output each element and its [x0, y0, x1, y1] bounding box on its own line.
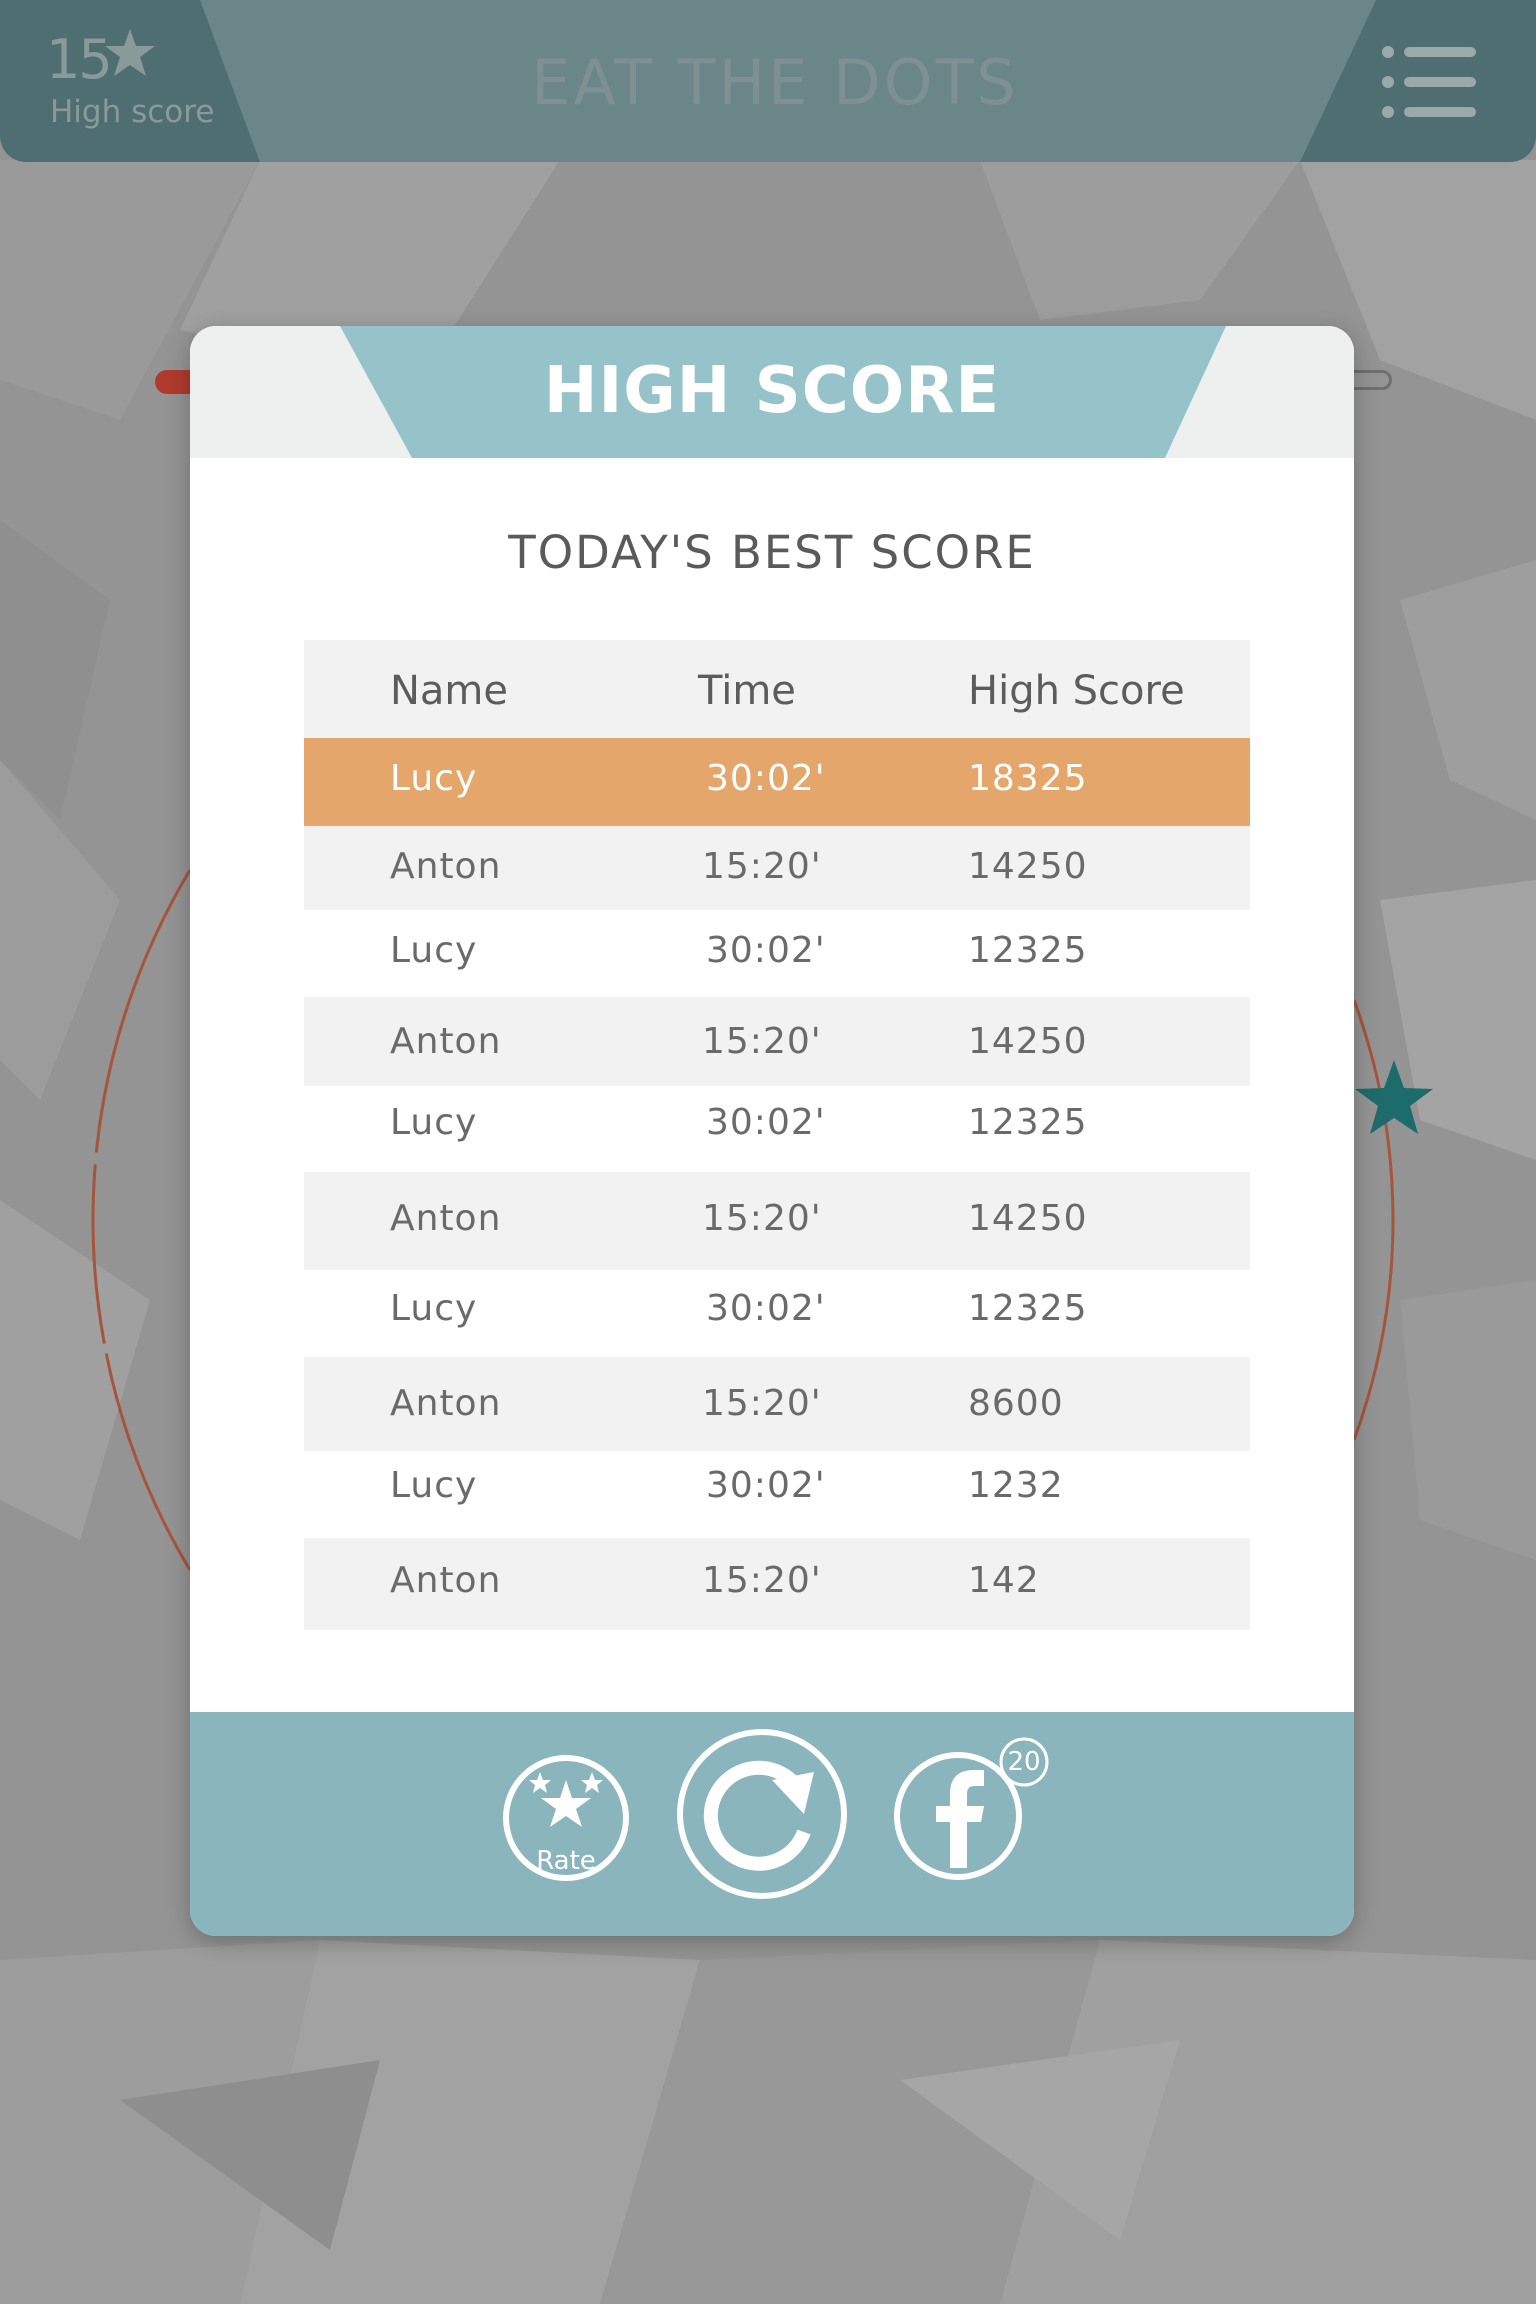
table-row: Anton 15:20' 8600	[304, 1357, 1250, 1451]
high-score-dialog: HIGH SCORE TODAY'S BEST SCORE Name Time …	[190, 326, 1354, 1936]
row-time: 30:02'	[706, 930, 826, 971]
column-header-score: High Score	[968, 668, 1185, 714]
row-time: 15:20'	[702, 1560, 822, 1601]
row-name: Lucy	[390, 758, 478, 799]
facebook-badge-count: 20	[1007, 1747, 1041, 1777]
game-title: EAT THE DOTS	[531, 46, 1019, 119]
row-time: 30:02'	[706, 1465, 826, 1506]
row-score: 12325	[968, 1288, 1088, 1329]
row-score: 1232	[968, 1465, 1064, 1506]
row-score: 14250	[968, 846, 1088, 887]
row-score: 12325	[968, 930, 1088, 971]
score-table: Name Time High Score Lucy 30:02' 18325 A…	[304, 640, 1250, 1630]
row-time: 30:02'	[706, 1288, 826, 1329]
row-score: 14250	[968, 1021, 1088, 1062]
game-ring	[91, 869, 192, 1571]
table-row: Lucy 30:02' 12325	[304, 910, 1250, 997]
scene-star-icon	[1355, 1060, 1433, 1134]
table-row: Anton 15:20' 142	[304, 1538, 1250, 1630]
facebook-badge: 20	[998, 1736, 1050, 1788]
table-row: Lucy 30:02' 12325	[304, 1086, 1250, 1172]
table-row: Lucy 30:02' 1232	[304, 1451, 1250, 1538]
replay-icon	[677, 1729, 847, 1899]
dialog-footer: Rate 20	[190, 1712, 1354, 1936]
game-ring	[1352, 999, 1395, 1441]
row-time: 30:02'	[706, 1102, 826, 1143]
menu-button[interactable]	[1378, 44, 1480, 120]
row-name: Anton	[390, 1383, 502, 1424]
row-name: Anton	[390, 846, 502, 887]
column-header-time: Time	[698, 668, 796, 714]
table-row: Anton 15:20' 14250	[304, 997, 1250, 1086]
row-score: 8600	[968, 1383, 1064, 1424]
replay-button[interactable]	[676, 1728, 848, 1900]
table-row: Lucy 30:02' 12325	[304, 1270, 1250, 1357]
row-name: Anton	[390, 1560, 502, 1601]
row-score: 12325	[968, 1102, 1088, 1143]
dialog-subtitle: TODAY'S BEST SCORE	[508, 526, 1036, 579]
row-name: Lucy	[390, 1465, 478, 1506]
row-time: 30:02'	[706, 758, 826, 799]
top-bar: 15 High score EAT THE DOTS	[0, 0, 1536, 162]
dialog-header: HIGH SCORE	[190, 326, 1354, 458]
row-name: Lucy	[390, 930, 478, 971]
row-time: 15:20'	[702, 1383, 822, 1424]
column-header-name: Name	[390, 668, 509, 714]
row-time: 15:20'	[702, 846, 822, 887]
list-menu-icon	[1382, 46, 1476, 118]
rate-button[interactable]: Rate	[502, 1754, 630, 1882]
dialog-title: HIGH SCORE	[543, 354, 1001, 428]
table-header: Name Time High Score	[304, 640, 1250, 738]
row-time: 15:20'	[702, 1198, 822, 1239]
row-name: Anton	[390, 1021, 502, 1062]
row-name: Lucy	[390, 1102, 478, 1143]
table-row: Anton 15:20' 14250	[304, 1172, 1250, 1270]
table-row: Lucy 30:02' 18325	[304, 738, 1250, 826]
rate-label: Rate	[536, 1846, 596, 1876]
row-name: Lucy	[390, 1288, 478, 1329]
row-score: 18325	[968, 758, 1088, 799]
row-score: 142	[968, 1560, 1040, 1601]
table-row: Anton 15:20' 14250	[304, 826, 1250, 910]
row-name: Anton	[390, 1198, 502, 1239]
row-time: 15:20'	[702, 1021, 822, 1062]
row-score: 14250	[968, 1198, 1088, 1239]
